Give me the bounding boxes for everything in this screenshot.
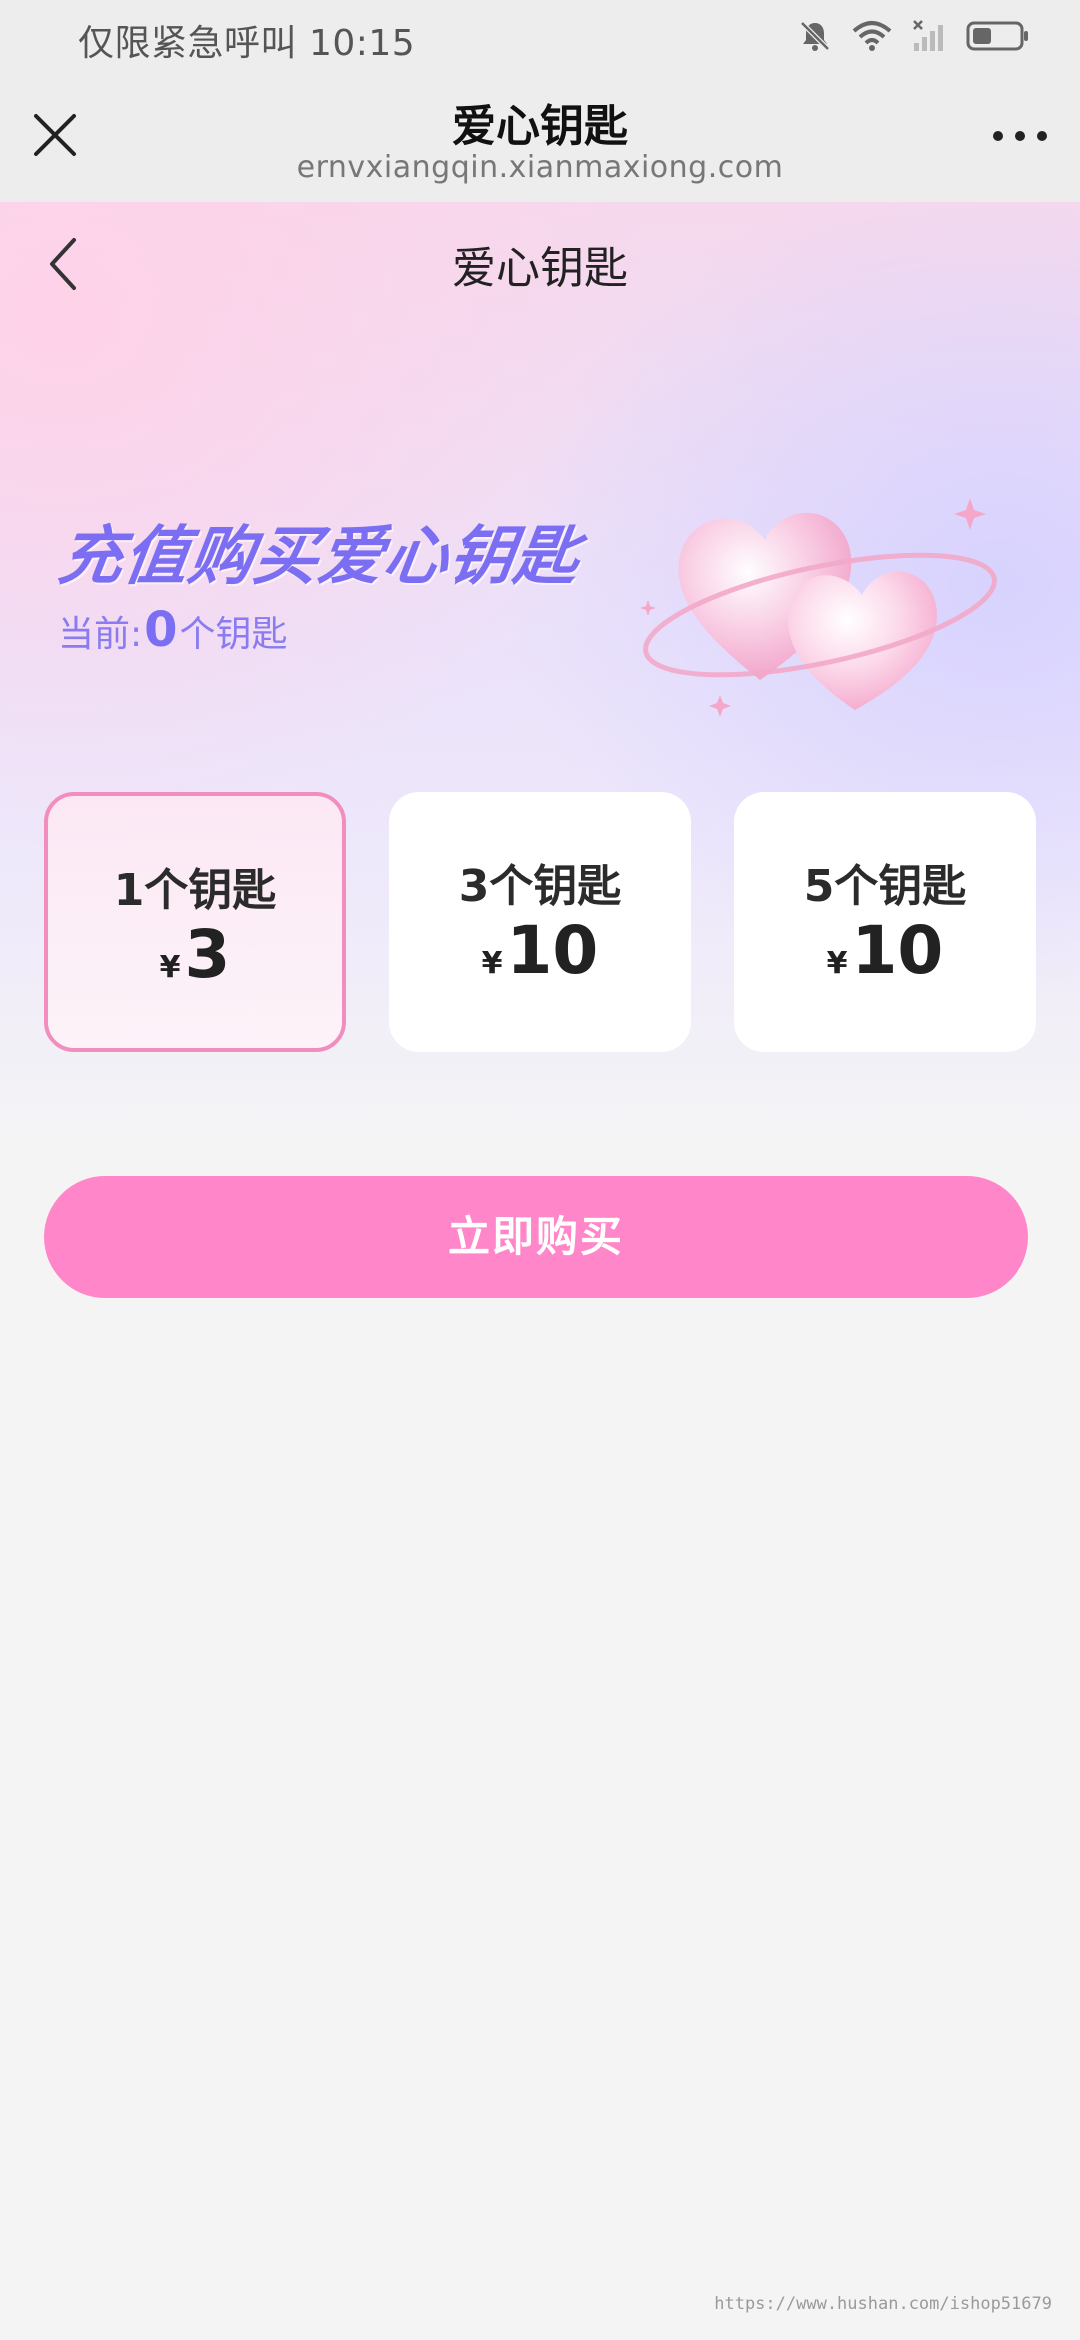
- package-card-1[interactable]: 1个钥匙 ¥ 3: [44, 792, 346, 1052]
- more-icon[interactable]: [990, 116, 1050, 156]
- currency-symbol: ¥: [159, 950, 181, 985]
- bell-off-icon: [800, 21, 830, 51]
- package-list: 1个钥匙 ¥ 3 3个钥匙 ¥ 10 5个钥匙 ¥ 10: [44, 792, 1036, 1052]
- balance-prefix: 当前:: [58, 614, 143, 655]
- currency-symbol: ¥: [826, 946, 848, 981]
- browser-title: 爱心钥匙: [452, 101, 628, 152]
- package-label: 3个钥匙: [458, 861, 622, 912]
- signal-icon: [913, 20, 943, 51]
- package-label: 1个钥匙: [113, 865, 277, 916]
- page-title: 爱心钥匙: [452, 243, 628, 294]
- page: 仅限紧急呼叫 10:15 爱心钥匙 ernvxiangqin.xianmaxio…: [0, 0, 1080, 2340]
- package-price: ¥ 10: [734, 912, 1036, 989]
- status-bar: 仅限紧急呼叫 10:15: [0, 0, 1080, 72]
- package-price: ¥ 10: [389, 912, 691, 989]
- package-price: ¥ 3: [48, 916, 342, 993]
- buy-now-button[interactable]: 立即购买: [44, 1176, 1028, 1298]
- currency-symbol: ¥: [481, 946, 503, 981]
- status-icons: [798, 16, 1030, 56]
- hearts-illustration: [640, 498, 997, 717]
- wifi-icon: [852, 21, 892, 51]
- package-card-3[interactable]: 5个钥匙 ¥ 10: [734, 792, 1036, 1052]
- watermark: https://www.hushan.com/ishop51679: [714, 2294, 1052, 2314]
- package-label: 5个钥匙: [803, 861, 967, 912]
- price-amount: 3: [184, 916, 231, 993]
- browser-header: 爱心钥匙 ernvxiangqin.xianmaxiong.com: [0, 72, 1080, 202]
- promo-title: 充值购买爱心钥匙: [53, 520, 585, 594]
- battery-icon: [966, 21, 1028, 51]
- balance-suffix: 个钥匙: [179, 614, 288, 655]
- browser-url: ernvxiangqin.xianmaxiong.com: [296, 150, 784, 185]
- price-amount: 10: [506, 912, 599, 989]
- package-card-2[interactable]: 3个钥匙 ¥ 10: [389, 792, 691, 1052]
- status-text: 仅限紧急呼叫 10:15: [78, 23, 416, 64]
- balance-value: 0: [144, 602, 178, 658]
- price-amount: 10: [851, 912, 944, 989]
- balance-info: 当前: 0 个钥匙: [58, 602, 288, 658]
